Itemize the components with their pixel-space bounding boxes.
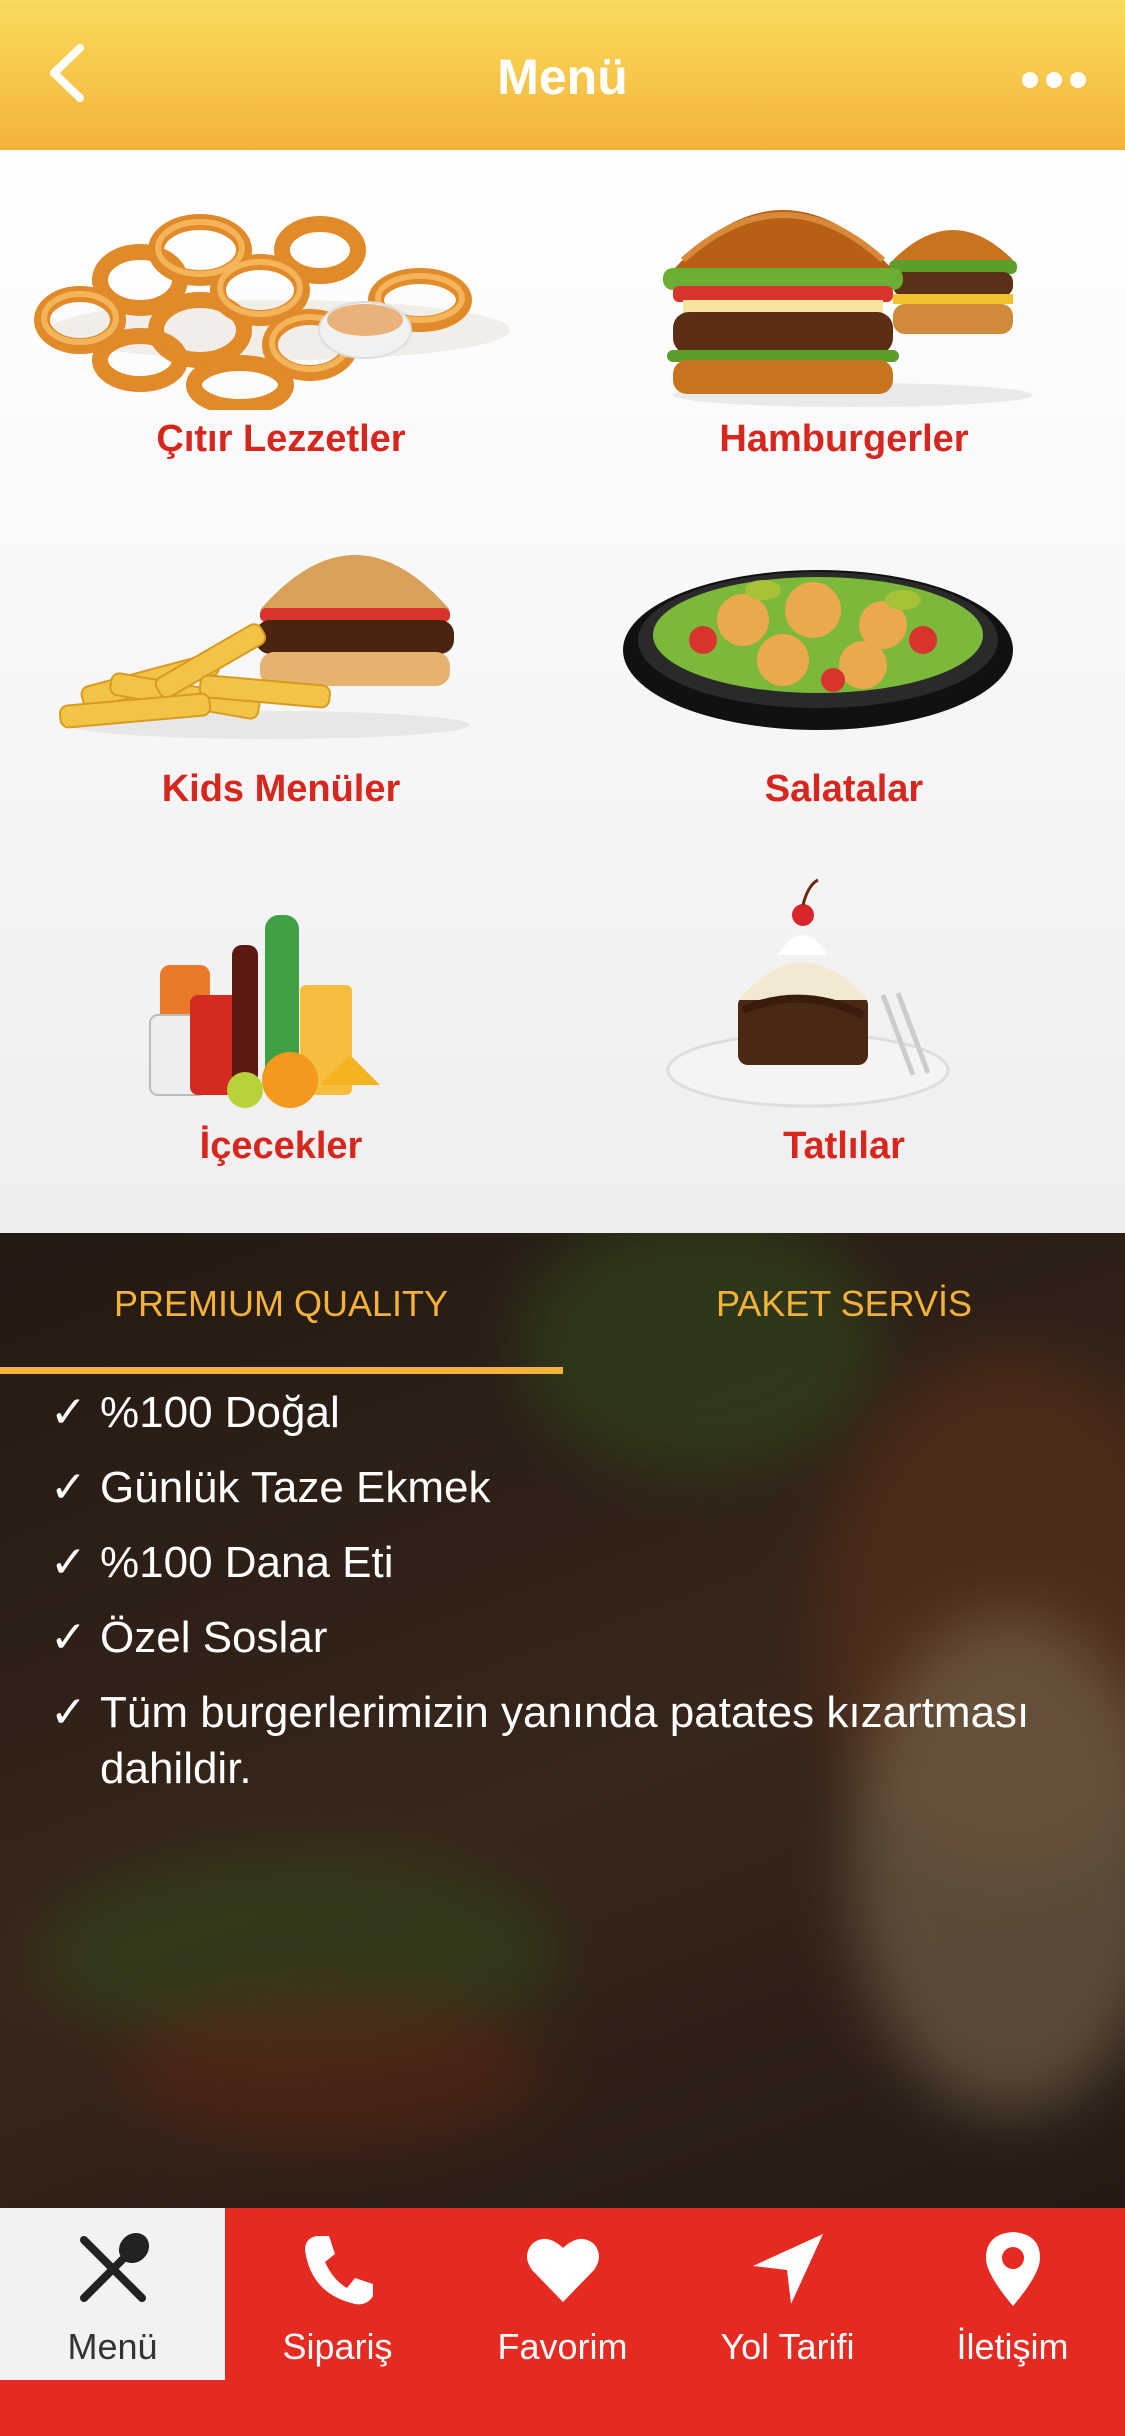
category-label: Hamburgerler xyxy=(719,418,969,460)
list-item: ✓ Günlük Taze Ekmek xyxy=(50,1460,1120,1516)
fork-spoon-icon xyxy=(80,2232,150,2302)
category-label: Kids Menüler xyxy=(161,768,401,810)
category-salatalar[interactable]: Salatalar xyxy=(563,500,1125,860)
category-tatlilar[interactable]: Tatlılar xyxy=(563,855,1125,1215)
page-title: Menü xyxy=(497,49,628,105)
location-pin-icon xyxy=(986,2232,1040,2306)
tab-paket-servis[interactable]: PAKET SERVİS xyxy=(563,1283,1125,1325)
category-hamburgerler[interactable]: Hamburgerler xyxy=(563,150,1125,510)
phone-icon xyxy=(305,2236,373,2305)
kids-meal-icon xyxy=(59,555,470,739)
check-icon: ✓ xyxy=(50,1538,87,1587)
dessert-icon xyxy=(666,878,950,1108)
list-item: ✓ %100 Dana Eti xyxy=(50,1535,1120,1591)
burgers-icon xyxy=(663,210,1033,407)
onion-rings-icon xyxy=(34,214,510,410)
category-label: Tatlılar xyxy=(783,1125,905,1167)
category-label: Çıtır Lezzetler xyxy=(156,418,406,460)
category-label: Salatalar xyxy=(764,768,924,810)
check-icon: ✓ xyxy=(50,1463,87,1512)
tab-menu[interactable]: Menü xyxy=(0,2208,225,2380)
navigation-arrow-icon xyxy=(753,2234,823,2304)
tab-label: Menü xyxy=(67,2326,158,2367)
tab-label: Favorim xyxy=(497,2326,628,2367)
drinks-icon xyxy=(149,915,380,1108)
menu-category-grid: Çıtır Lezzetler Hamburgerler Kids Menüle… xyxy=(0,150,1125,1233)
active-tab-indicator xyxy=(0,1367,563,1374)
category-kids-menuler[interactable]: Kids Menüler xyxy=(0,500,562,860)
tab-yol-tarifi[interactable]: Yol Tarifi xyxy=(675,2208,900,2380)
tab-siparis[interactable]: Sipariş xyxy=(225,2208,450,2380)
list-item: ✓ Özel Soslar xyxy=(50,1610,1120,1666)
tab-label: İletişim xyxy=(956,2326,1069,2367)
bottom-tab-bar: Menü Sipariş Favorim Yol Tarifi İletişim xyxy=(0,2208,1125,2436)
top-nav-bar: Menü xyxy=(0,0,1125,150)
feature-list: ✓ %100 Doğal ✓ Günlük Taze Ekmek ✓ %100 Dan… xyxy=(50,1385,1120,1816)
list-item: ✓ %100 Doğal xyxy=(50,1385,1120,1441)
tab-label: Sipariş xyxy=(282,2326,393,2367)
tab-favorim[interactable]: Favorim xyxy=(450,2208,675,2380)
salad-icon xyxy=(623,570,1013,730)
tab-premium-quality[interactable]: PREMIUM QUALITY xyxy=(0,1283,562,1325)
heart-icon xyxy=(527,2238,599,2302)
check-icon: ✓ xyxy=(50,1388,87,1437)
check-icon: ✓ xyxy=(50,1688,87,1737)
info-section: PREMIUM QUALITY PAKET SERVİS ✓ %100 Doğal… xyxy=(0,1233,1125,2208)
tab-iletisim[interactable]: İletişim xyxy=(900,2208,1125,2380)
more-options-icon[interactable] xyxy=(1019,55,1089,105)
tab-label: Yol Tarifi xyxy=(720,2326,855,2367)
list-item: ✓ Tüm burgerlerimizin yanında patates kız… xyxy=(50,1685,1120,1797)
category-icecekler[interactable]: İçecekler xyxy=(0,855,562,1215)
category-citir-lezzetler[interactable]: Çıtır Lezzetler xyxy=(0,150,562,510)
category-label: İçecekler xyxy=(199,1125,363,1167)
check-icon: ✓ xyxy=(50,1613,87,1662)
